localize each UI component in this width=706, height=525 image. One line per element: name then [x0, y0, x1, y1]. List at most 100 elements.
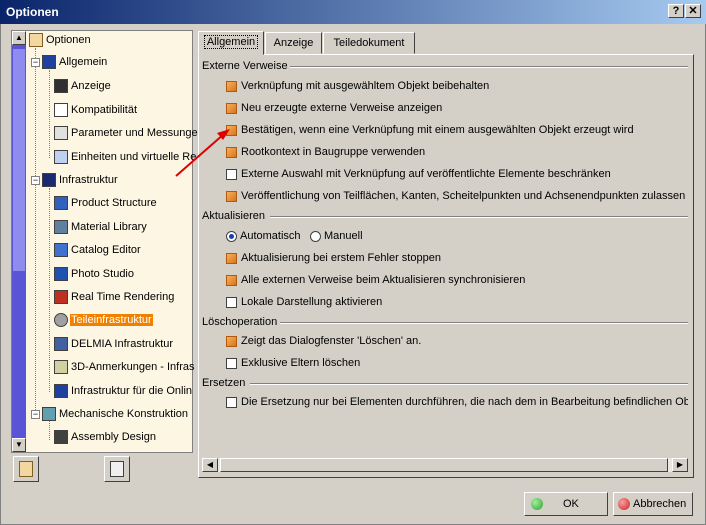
ok-button[interactable]: OK: [524, 492, 608, 516]
option-veroeffentlichung[interactable]: Veröffentlichung von Teilflächen, Kanten…: [226, 187, 685, 205]
option-verknuepfung-bestaetigen[interactable]: Bestätigen, wenn eine Verknüpfung mit ei…: [226, 121, 634, 139]
reset-options-button[interactable]: [104, 456, 130, 482]
tree-item-parameter[interactable]: Parameter und Messungen: [54, 124, 205, 142]
tree-item-3d-anmerkungen[interactable]: 3D-Anmerkungen - Infras: [54, 358, 196, 376]
tree-item-label: Real Time Rendering: [71, 291, 175, 304]
section-title-aktualisieren: Aktualisieren: [202, 210, 265, 222]
option-verweise-synchronisieren[interactable]: Alle externen Verweise beim Aktualisiere…: [226, 271, 525, 289]
tree-item-allgemein[interactable]: Allgemein: [42, 53, 108, 71]
scroll-thumb[interactable]: [220, 458, 668, 472]
radio-manuell[interactable]: Manuell: [310, 227, 363, 245]
window-title: Optionen: [6, 5, 59, 19]
ok-indicator-icon: [531, 498, 543, 511]
option-rootkontext[interactable]: Rootkontext in Baugruppe verwenden: [226, 143, 425, 161]
checkbox-checked-icon[interactable]: [226, 124, 237, 136]
option-label: Verknüpfung mit ausgewähltem Objekt beib…: [241, 80, 490, 92]
checkbox-checked-icon[interactable]: [226, 335, 237, 347]
collapse-icon[interactable]: −: [31, 176, 40, 185]
radio-unselected-icon[interactable]: [310, 230, 321, 242]
ok-label: OK: [563, 498, 579, 510]
option-verknuepfung-beibehalten[interactable]: Verknüpfung mit ausgewähltem Objekt beib…: [226, 77, 489, 95]
section-title-externe-verweise: Externe Verweise: [202, 60, 288, 72]
photo-studio-icon: [54, 267, 68, 282]
tree-item-optionen[interactable]: Optionen: [29, 31, 92, 49]
help-button[interactable]: ?: [668, 4, 684, 18]
scroll-thumb[interactable]: [13, 49, 25, 271]
part-infrastructure-icon: [54, 313, 68, 328]
cancel-label: Abbrechen: [633, 498, 687, 510]
option-externe-auswahl[interactable]: Externe Auswahl mit Verknüpfung auf verö…: [226, 165, 611, 183]
collapse-icon[interactable]: −: [31, 58, 40, 67]
tree-item-label: Allgemein: [59, 56, 108, 69]
scroll-left-icon[interactable]: ◀: [202, 458, 218, 472]
option-ersetzung[interactable]: Die Ersetzung nur bei Elementen durchfüh…: [226, 393, 688, 411]
reset-icon: [110, 461, 124, 477]
tree-item-catalog-editor[interactable]: Catalog Editor: [54, 241, 142, 259]
page-horizontal-scrollbar[interactable]: ◀ ▶: [201, 457, 689, 473]
option-label: Alle externen Verweise beim Aktualisiere…: [241, 274, 526, 286]
radio-automatisch[interactable]: Automatisch: [226, 227, 301, 245]
option-label: Veröffentlichung von Teilflächen, Kanten…: [241, 190, 686, 202]
tab-allgemein[interactable]: Allgemein: [198, 31, 264, 55]
checkbox-unchecked-icon[interactable]: [226, 168, 237, 180]
checkbox-checked-icon[interactable]: [226, 190, 237, 202]
cancel-button[interactable]: Abbrechen: [613, 492, 693, 516]
tab-anzeige[interactable]: Anzeige: [265, 32, 322, 54]
scroll-right-icon[interactable]: ▶: [672, 458, 688, 472]
tree-item-label: Material Library: [71, 221, 147, 234]
tree-item-label: Assembly Design: [71, 431, 156, 444]
options-tree-button[interactable]: [13, 456, 39, 482]
tree-item-label: Optionen: [46, 34, 91, 47]
tab-label: Anzeige: [273, 37, 314, 49]
checkbox-checked-icon[interactable]: [226, 146, 237, 158]
option-label: Exklusive Eltern löschen: [241, 357, 361, 369]
tree-item-photo-studio[interactable]: Photo Studio: [54, 265, 135, 283]
online-infrastructure-icon: [54, 384, 68, 399]
option-lokale-darstellung[interactable]: Lokale Darstellung aktivieren: [226, 293, 382, 311]
option-label: Externe Auswahl mit Verknüpfung auf verö…: [241, 168, 611, 180]
tree-item-einheiten[interactable]: Einheiten und virtuelle Re: [54, 148, 197, 166]
radio-label: Automatisch: [240, 230, 301, 242]
tree-item-kompatibilitaet[interactable]: Kompatibilität: [54, 101, 138, 119]
option-externe-verweise-anzeigen[interactable]: Neu erzeugte externe Verweise anzeigen: [226, 99, 442, 117]
material-library-icon: [54, 220, 68, 235]
checkbox-checked-icon[interactable]: [226, 80, 237, 92]
tree-item-teileinfrastruktur[interactable]: Teileinfrastruktur: [54, 311, 153, 329]
tree-item-product-structure[interactable]: Product Structure: [54, 194, 158, 212]
tree-item-label: Einheiten und virtuelle Re: [71, 151, 197, 164]
radio-selected-icon[interactable]: [226, 230, 237, 242]
options-root-icon: [19, 461, 33, 477]
checkbox-checked-icon[interactable]: [226, 102, 237, 114]
checkbox-checked-icon[interactable]: [226, 252, 237, 264]
tab-teiledokument[interactable]: Teiledokument: [323, 32, 415, 54]
scroll-up-icon[interactable]: ▲: [12, 31, 26, 45]
tree-item-label: Infrastruktur: [59, 174, 118, 187]
tree-item-real-time-rendering[interactable]: Real Time Rendering: [54, 288, 175, 306]
tree-item-label: Photo Studio: [71, 268, 134, 281]
checkbox-unchecked-icon[interactable]: [226, 296, 237, 308]
tree-item-delmia[interactable]: DELMIA Infrastruktur: [54, 335, 174, 353]
option-exklusive-eltern[interactable]: Exklusive Eltern löschen: [226, 354, 360, 372]
checkbox-checked-icon[interactable]: [226, 274, 237, 286]
option-label: Zeigt das Dialogfenster 'Löschen' an.: [241, 335, 422, 347]
close-button[interactable]: ✕: [685, 4, 701, 18]
tree-vertical-scrollbar[interactable]: ▲ ▼: [12, 31, 26, 452]
option-dialog-loeschen[interactable]: Zeigt das Dialogfenster 'Löschen' an.: [226, 332, 421, 350]
tree-item-infrastruktur[interactable]: Infrastruktur: [42, 171, 119, 189]
tree-item-assembly-design[interactable]: Assembly Design: [54, 428, 157, 446]
tree-item-material-library[interactable]: Material Library: [54, 218, 148, 236]
collapse-icon[interactable]: −: [31, 410, 40, 419]
checkbox-unchecked-icon[interactable]: [226, 357, 237, 369]
scroll-down-icon[interactable]: ▼: [12, 438, 26, 452]
tree-item-mechanische-konstruktion[interactable]: Mechanische Konstruktion: [42, 405, 189, 423]
option-aktualisierung-stoppen[interactable]: Aktualisierung bei erstem Fehler stoppen: [226, 249, 441, 267]
parameters-icon: [54, 126, 68, 141]
assembly-design-icon: [54, 430, 68, 445]
tree-item-online-infrastruktur[interactable]: Infrastruktur für die Onlin: [54, 382, 193, 400]
title-bar: Optionen ? ✕: [0, 0, 706, 24]
delmia-icon: [54, 337, 68, 352]
tree-item-label: Product Structure: [71, 197, 157, 210]
checkbox-unchecked-icon[interactable]: [226, 396, 237, 408]
tree-item-anzeige[interactable]: Anzeige: [54, 77, 112, 95]
compatibility-icon: [54, 103, 68, 118]
